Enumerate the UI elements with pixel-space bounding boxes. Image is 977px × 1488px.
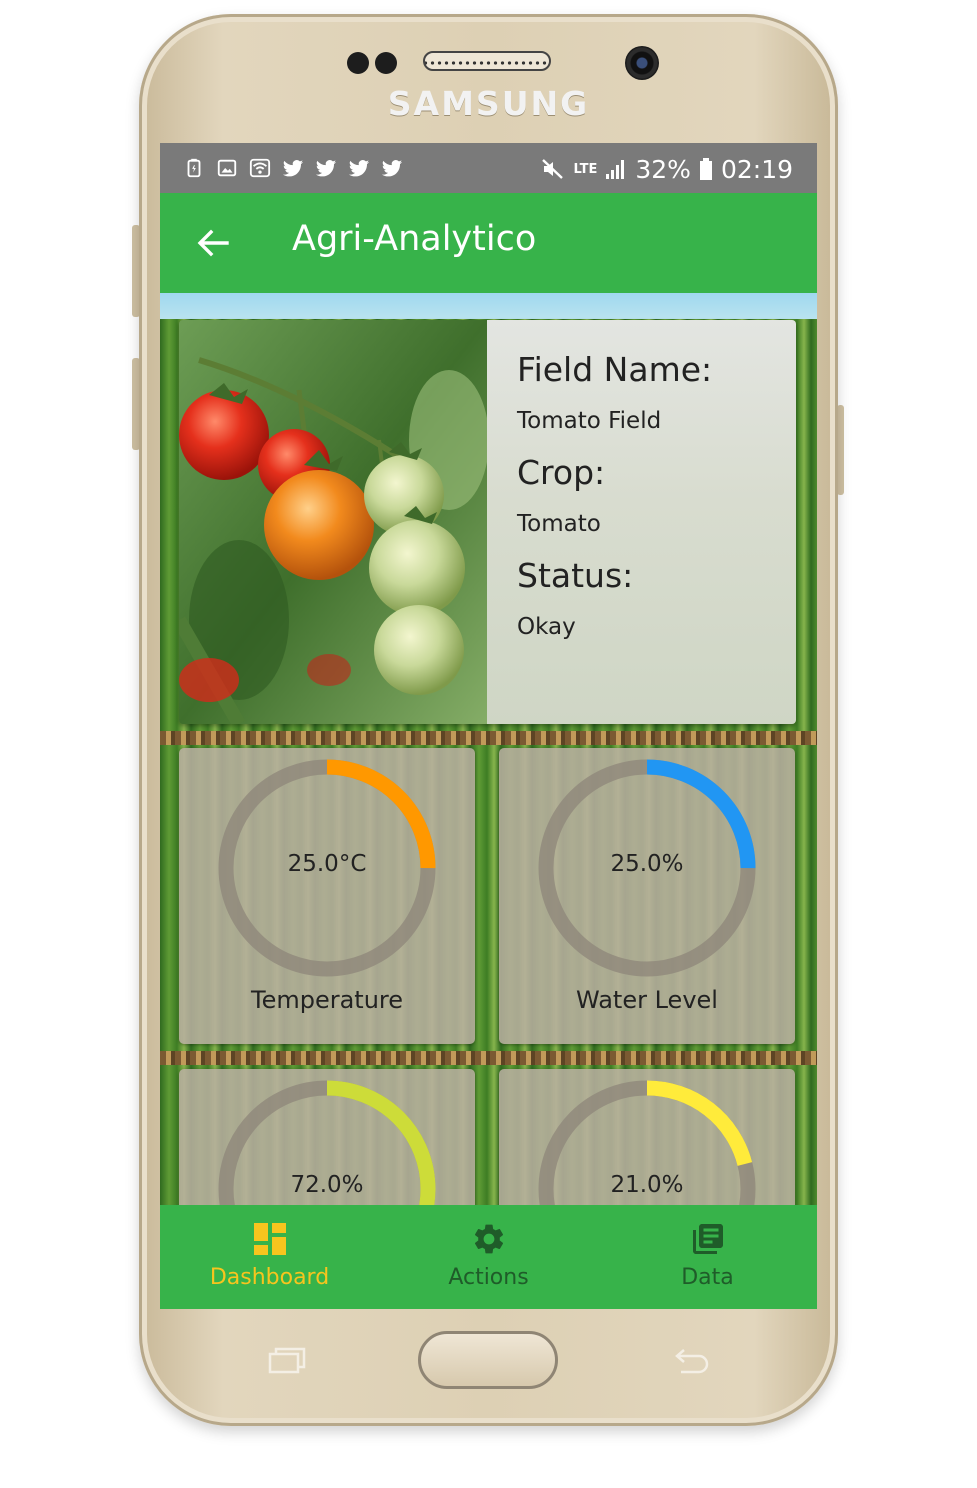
gauge-3-value: 72.0% bbox=[290, 1172, 364, 1198]
status-bar: LTE 32% 02:19 bbox=[160, 143, 817, 193]
battery-percent: 32% bbox=[635, 154, 691, 184]
front-camera bbox=[625, 46, 659, 80]
gear-icon bbox=[474, 1224, 504, 1254]
sensor-dots bbox=[347, 52, 397, 74]
nav-data-label: Data bbox=[681, 1265, 734, 1290]
twitter-icon bbox=[348, 160, 370, 177]
twitter-icon bbox=[282, 160, 304, 177]
arrow-back-icon[interactable] bbox=[193, 223, 233, 263]
recent-apps-key[interactable] bbox=[267, 1346, 307, 1376]
temperature-value: 25.0°C bbox=[287, 851, 367, 877]
nav-actions[interactable]: Actions bbox=[379, 1205, 598, 1309]
dashboard-content[interactable]: Field Name: Tomato Field Crop: Tomato St… bbox=[160, 293, 817, 1205]
field-info-panel: Field Name: Tomato Field Crop: Tomato St… bbox=[487, 320, 796, 724]
twitter-icon bbox=[381, 160, 403, 177]
app-bar: Agri-Analytico bbox=[160, 193, 817, 293]
status-heading: Status: bbox=[517, 556, 634, 595]
network-type: LTE bbox=[573, 161, 598, 177]
gauge-4-value: 21.0% bbox=[610, 1172, 684, 1198]
field-name-heading: Field Name: bbox=[517, 350, 713, 389]
bottom-navigation: Dashboard Actions Data bbox=[160, 1205, 817, 1309]
mute-icon bbox=[542, 159, 564, 179]
temperature-gauge-card[interactable]: 25.0°C Temperature bbox=[179, 748, 475, 1044]
battery-icon bbox=[699, 158, 712, 180]
crop-value: Tomato bbox=[517, 511, 601, 537]
back-key-icon[interactable] bbox=[671, 1346, 711, 1376]
tomato-photo bbox=[179, 320, 487, 724]
earpiece-speaker bbox=[423, 51, 551, 71]
power-key[interactable] bbox=[837, 405, 844, 495]
library-books-icon bbox=[693, 1224, 723, 1254]
gauge-card-4[interactable]: 21.0% bbox=[499, 1069, 795, 1205]
clock: 02:19 bbox=[720, 154, 793, 184]
battery-saver-icon bbox=[187, 158, 201, 178]
gauge-card-3[interactable]: 72.0% bbox=[179, 1069, 475, 1205]
field-name-value: Tomato Field bbox=[517, 408, 662, 434]
twitter-icon bbox=[315, 160, 337, 177]
app-title: Agri-Analytico bbox=[292, 219, 537, 259]
background-soil bbox=[160, 731, 817, 745]
status-value: Okay bbox=[517, 614, 576, 640]
signal-icon bbox=[606, 160, 625, 179]
device-brand: SAMSUNG bbox=[387, 84, 590, 123]
nav-actions-label: Actions bbox=[448, 1265, 529, 1290]
water-level-value: 25.0% bbox=[610, 851, 684, 877]
water-level-label: Water Level bbox=[576, 986, 718, 1014]
nav-data[interactable]: Data bbox=[598, 1205, 817, 1309]
background-soil bbox=[160, 1051, 817, 1065]
crop-heading: Crop: bbox=[517, 453, 606, 492]
notification-icons bbox=[182, 157, 404, 179]
background-sky bbox=[160, 293, 817, 319]
nav-dashboard-label: Dashboard bbox=[209, 1265, 330, 1290]
home-key[interactable] bbox=[418, 1331, 558, 1389]
wifi-icon bbox=[249, 158, 271, 178]
image-icon bbox=[217, 159, 237, 177]
dashboard-icon bbox=[254, 1223, 286, 1255]
field-card[interactable]: Field Name: Tomato Field Crop: Tomato St… bbox=[179, 320, 796, 724]
screen: LTE 32% 02:19 Agri-Analytico Field Name:… bbox=[160, 143, 817, 1309]
water-level-gauge-card[interactable]: 25.0% Water Level bbox=[499, 748, 795, 1044]
temperature-label: Temperature bbox=[250, 986, 404, 1014]
system-status: LTE 32% 02:19 bbox=[541, 151, 793, 187]
nav-dashboard[interactable]: Dashboard bbox=[160, 1205, 379, 1309]
